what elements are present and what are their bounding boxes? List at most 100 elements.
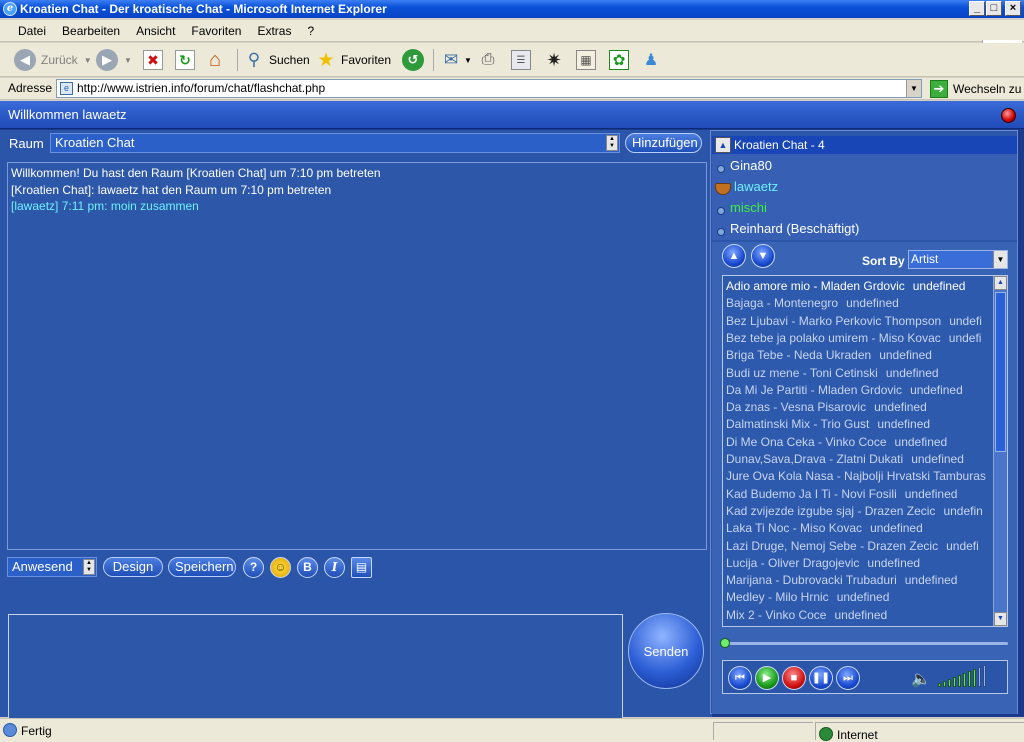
menu-favoriten[interactable]: Favoriten — [183, 20, 249, 42]
volume-bar[interactable] — [983, 665, 986, 687]
minimize-button[interactable]: _ — [969, 1, 985, 16]
song-item[interactable]: Budi uz mene - Toni Cetinski undefined — [726, 365, 991, 382]
menu-bearbeiten[interactable]: Bearbeiten — [54, 20, 128, 42]
messenger-people-button[interactable]: ♟ — [641, 47, 661, 73]
volume-bar[interactable] — [963, 673, 966, 687]
smiley-icon[interactable]: ☺ — [270, 557, 291, 578]
scroll-up-arrow-icon[interactable]: ▲ — [994, 276, 1007, 290]
stop-button[interactable]: ✖ — [143, 47, 163, 73]
volume-bar[interactable] — [968, 671, 971, 687]
refresh-button[interactable]: ↻ — [175, 47, 195, 73]
song-item[interactable]: Marijana - Dubrovacki Trubaduri undefined — [726, 572, 991, 589]
room-users-title: Kroatien Chat - 4 — [734, 138, 825, 152]
song-title: Bez tebe ja polako umirem - Miso Kovac — [726, 330, 941, 345]
icq-button[interactable]: ✿ — [609, 47, 629, 73]
back-button[interactable]: ◀ Zurück ▼ — [14, 47, 92, 73]
send-button[interactable]: Senden — [628, 613, 704, 689]
edit-button[interactable]: ☰ — [511, 47, 531, 73]
bold-button[interactable]: B — [297, 557, 318, 578]
song-item[interactable]: Medley - Milo Hrnic undefined — [726, 589, 991, 606]
page-icon: e — [60, 82, 73, 95]
song-item[interactable]: Kad zvijezde izgube sjaj - Drazen Zecic u… — [726, 503, 991, 520]
save-button[interactable]: Speichern — [168, 557, 236, 577]
print-button[interactable]: ⎙ — [478, 47, 498, 73]
track-progress-bar[interactable] — [720, 638, 1008, 648]
logout-button[interactable] — [1001, 108, 1016, 123]
forward-button[interactable]: ▶ ▼ — [96, 47, 132, 73]
song-item[interactable]: Da znas - Vesna Pisarovic undefined — [726, 399, 991, 416]
help-button[interactable]: ? — [243, 557, 264, 578]
close-window-button[interactable]: × — [1005, 1, 1021, 16]
song-item[interactable]: Da Mi Je Partiti - Mladen Grdovic undefin… — [726, 382, 991, 399]
song-item[interactable]: Bez Ljubavi - Marko Perkovic Thompson und… — [726, 313, 991, 330]
volume-bar[interactable] — [938, 683, 941, 687]
scroll-up-button[interactable]: ▲ — [722, 244, 746, 268]
menu-bar: Datei Bearbeiten Ansicht Favoriten Extras? — [0, 20, 1024, 62]
song-item[interactable]: Briga Tebe - Neda Ukraden undefined — [726, 347, 991, 364]
color-picker-icon[interactable]: ▤ — [351, 557, 372, 578]
next-track-button[interactable]: ⏭ — [836, 666, 860, 690]
add-room-button[interactable]: Hinzufügen — [625, 133, 702, 153]
favorites-button[interactable]: ★ Favoriten — [316, 47, 391, 73]
home-button[interactable]: ⌂ — [205, 47, 225, 73]
sort-select[interactable]: Artist ▼ — [908, 250, 1008, 269]
menu-datei[interactable]: Datei — [10, 20, 54, 42]
status-spinner-icon: ▲ ▼ — [83, 559, 95, 575]
message-area[interactable]: Willkommen! Du hast den Raum [Kroatien C… — [7, 162, 707, 550]
messenger-button[interactable]: ✷ — [544, 47, 564, 73]
volume-bar[interactable] — [948, 679, 951, 687]
menu-ansicht[interactable]: Ansicht — [128, 20, 183, 42]
stop-track-button[interactable]: ■ — [782, 666, 806, 690]
song-item[interactable]: Kad Budemo Ja I Ti - Novi Fosili undefine… — [726, 486, 991, 503]
song-item[interactable]: Lazi Druge, Nemoj Sebe - Drazen Zecic und… — [726, 538, 991, 555]
volume-bar[interactable] — [958, 675, 961, 687]
research-button[interactable]: ▦ — [576, 47, 596, 73]
song-item[interactable]: Dunav,Sava,Drava - Zlatni Dukati undefine… — [726, 451, 991, 468]
song-info: undefined — [874, 400, 927, 415]
address-dropdown-button[interactable]: ▼ — [906, 80, 921, 97]
user-item[interactable]: lawaetz — [734, 179, 778, 194]
scroll-down-button[interactable]: ▼ — [751, 244, 775, 268]
italic-button[interactable]: I — [324, 557, 345, 578]
user-item[interactable]: mischi — [730, 200, 767, 215]
user-item[interactable]: Gina80 — [730, 158, 772, 173]
song-item[interactable]: Mix 2 - Vinko Coce undefined — [726, 607, 991, 624]
volume-bar[interactable] — [973, 669, 976, 687]
song-item[interactable]: Jure Ova Kola Nasa - Najbolji Hrvatski T… — [726, 468, 991, 485]
song-item[interactable]: Dalmatinski Mix - Trio Gust undefined — [726, 416, 991, 433]
song-item[interactable]: Adio amore mio - Mladen Grdovic undefined — [726, 278, 991, 295]
collapse-arrow-icon[interactable]: ▲ — [715, 137, 731, 153]
scroll-down-arrow-icon[interactable]: ▼ — [994, 612, 1007, 626]
volume-bar[interactable] — [943, 681, 946, 687]
search-button[interactable]: ⚲ Suchen — [244, 47, 310, 73]
song-item[interactable]: Di Me Ona Ceka - Vinko Coce undefined — [726, 434, 991, 451]
maximize-button[interactable]: □ — [986, 1, 1002, 16]
song-item[interactable]: Bajaga - Montenegro undefined — [726, 295, 991, 312]
go-button[interactable]: Wechseln zu — [953, 82, 1021, 96]
song-list-scrollbar[interactable]: ▲ ▼ — [993, 276, 1007, 626]
song-item[interactable]: Lucija - Oliver Dragojevic undefined — [726, 555, 991, 572]
menu-extras[interactable]: Extras — [249, 20, 299, 42]
room-select[interactable]: Kroatien Chat ▲ ▼ — [50, 133, 620, 153]
user-item[interactable]: Reinhard (Beschäftigt) — [730, 221, 859, 236]
room-users-header[interactable]: ▲ Kroatien Chat - 4 — [712, 136, 1017, 154]
previous-track-button[interactable]: ⏮ — [728, 666, 752, 690]
song-info: undefined — [904, 573, 958, 588]
history-icon: ↺ — [402, 49, 424, 71]
design-button[interactable]: Design — [103, 557, 163, 577]
song-item[interactable]: Laka Ti Noc - Miso Kovac undefined — [726, 520, 991, 537]
progress-knob[interactable] — [720, 638, 730, 648]
song-list: Adio amore mio - Mladen Grdovic undefined… — [722, 275, 1008, 627]
status-select[interactable]: Anwesend ▲ ▼ — [7, 557, 97, 577]
pause-button[interactable]: ❚❚ — [809, 666, 833, 690]
play-button[interactable]: ▶ — [755, 666, 779, 690]
mail-button[interactable]: ✉ ▼ — [441, 47, 472, 73]
history-button[interactable]: ↺ — [402, 47, 424, 73]
volume-bar[interactable] — [978, 667, 981, 687]
volume-bar[interactable] — [953, 677, 956, 687]
menu-help[interactable]: ? — [299, 20, 322, 42]
address-input[interactable]: e http://www.istrien.info/forum/chat/fla… — [56, 79, 922, 98]
scroll-thumb[interactable] — [995, 292, 1006, 452]
song-item[interactable]: Bez tebe ja polako umirem - Miso Kovac un… — [726, 330, 991, 347]
go-arrow-icon[interactable]: ➔ — [930, 80, 948, 98]
